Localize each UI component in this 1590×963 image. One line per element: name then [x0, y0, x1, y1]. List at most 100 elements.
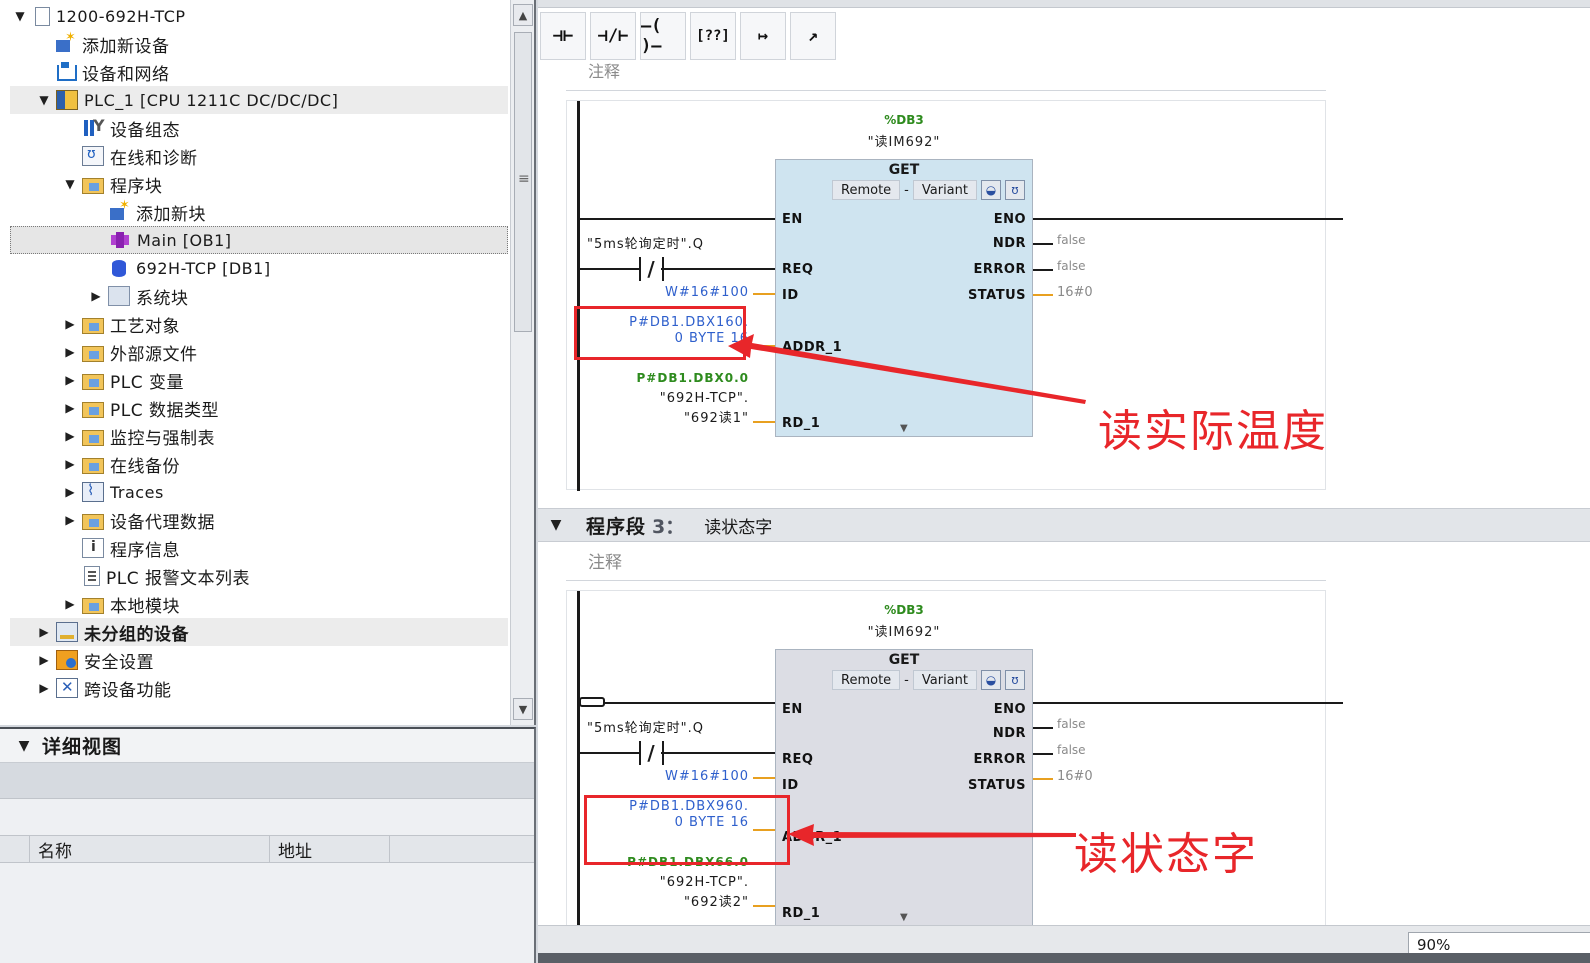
empty-box-button[interactable]: [??] [690, 12, 736, 60]
id-value[interactable]: W#16#100 [627, 769, 749, 784]
tree-item-db1[interactable]: 692H-TCP [DB1] [10, 254, 508, 282]
tree-item-traces[interactable]: ▶ Traces [10, 478, 508, 506]
block-params: Remote - Variant ◒ ʊ [832, 670, 1025, 690]
expand-toggle-icon[interactable]: ▶ [60, 454, 80, 474]
tree-item-plc-tags[interactable]: ▶ PLC 变量 [10, 366, 508, 394]
project-tree-list: ▼ 1200-692H-TCP 添加新设备 设备和网络 ▼ PLC_1 [CPU… [0, 0, 510, 725]
tree-item-main-ob1[interactable]: Main [OB1] [10, 226, 508, 254]
branch-marker-icon[interactable] [579, 697, 605, 707]
rd-tag-line2[interactable]: "692读2" [587, 891, 749, 910]
id-wire [753, 777, 775, 779]
variant-param[interactable]: Variant [912, 670, 977, 690]
nc-contact-button[interactable]: ⊣/⊢ [590, 12, 636, 60]
expand-toggle-icon[interactable]: ▶ [60, 594, 80, 614]
expand-toggle-icon[interactable]: ▶ [34, 678, 54, 698]
scroll-up-icon[interactable]: ▲ [513, 4, 533, 26]
tree-item-add-device[interactable]: 添加新设备 [10, 30, 508, 58]
instance-db-number: %DB3 [884, 113, 924, 127]
rd-tag-line1[interactable]: "692H-TCP". [587, 875, 749, 890]
tree-item-security-settings[interactable]: ▶ 安全设置 [10, 646, 508, 674]
get-function-block[interactable]: GET Remote - Variant ◒ ʊ EN REQ ID ADDR_… [775, 649, 1033, 939]
contact-tag[interactable]: "5ms轮询定时".Q [587, 233, 704, 252]
collapse-toggle-icon[interactable]: ▼ [34, 90, 54, 110]
expand-toggle-icon[interactable]: ▶ [60, 314, 80, 334]
tree-item-local-modules[interactable]: ▶ 本地模块 [10, 590, 508, 618]
block-diagnostics-icon[interactable]: ʊ [1004, 180, 1025, 200]
tree-item-online-backups[interactable]: ▶ 在线备份 [10, 450, 508, 478]
expand-toggle-icon[interactable]: ▶ [60, 510, 80, 530]
network-subtitle[interactable]: 读状态字 [704, 513, 772, 538]
pin-rd1: RD_1 [782, 906, 821, 921]
open-branch-button[interactable]: ↦ [740, 12, 786, 60]
nc-contact-icon[interactable]: / [641, 740, 661, 766]
network-3-header[interactable]: ▼ 程序段 3： 读状态字 [538, 508, 1590, 542]
tree-item-program-blocks[interactable]: ▼ 程序块 [10, 170, 508, 198]
annotation-read-status-word: 读状态字 [1074, 829, 1258, 880]
expand-toggle-icon[interactable]: ▶ [60, 342, 80, 362]
block-diagnostics-icon[interactable]: ʊ [1004, 670, 1025, 690]
rd-tag-line2[interactable]: "692读1" [587, 407, 749, 426]
tree-item-ungrouped-devices[interactable]: ▶ 未分组的设备 [10, 618, 508, 646]
detail-view-band [0, 763, 534, 799]
tree-item-technology-objects[interactable]: ▶ 工艺对象 [10, 310, 508, 338]
contact-tag[interactable]: "5ms轮询定时".Q [587, 717, 704, 736]
add-device-icon [54, 30, 76, 54]
folder-icon [82, 457, 104, 474]
id-value[interactable]: W#16#100 [627, 285, 749, 300]
tree-scrollbar[interactable]: ▲ ▼ [510, 0, 534, 725]
expand-toggle-icon[interactable]: ▶ [34, 650, 54, 670]
expand-toggle-icon[interactable]: ▶ [60, 370, 80, 390]
detail-view-header[interactable]: ▼ 详细视图 [0, 729, 534, 763]
pin-en: EN [782, 702, 803, 717]
cross-device-icon [56, 678, 78, 698]
remote-param[interactable]: Remote [832, 180, 901, 200]
column-header-name[interactable]: 名称 [30, 835, 270, 863]
collapse-toggle-icon[interactable]: ▼ [60, 174, 80, 194]
tree-item-project[interactable]: ▼ 1200-692H-TCP [10, 2, 508, 30]
tree-item-watch-force-tables[interactable]: ▶ 监控与强制表 [10, 422, 508, 450]
network-comment[interactable]: 注释 [588, 58, 620, 82]
expand-toggle-icon[interactable]: ▶ [86, 286, 106, 306]
chevron-down-icon[interactable]: ▼ [546, 515, 566, 535]
expand-toggle-icon[interactable]: ▶ [60, 398, 80, 418]
scroll-down-icon[interactable]: ▼ [513, 698, 533, 720]
nc-contact-icon[interactable]: / [641, 256, 661, 282]
expand-toggle-icon[interactable]: ▶ [34, 622, 54, 642]
tree-item-plc-data-types[interactable]: ▶ PLC 数据类型 [10, 394, 508, 422]
tree-item-add-block[interactable]: 添加新块 [10, 198, 508, 226]
comment-divider [566, 580, 1326, 581]
tree-item-device-config[interactable]: 设备组态 [10, 114, 508, 142]
tree-item-plc-alarm-text-lists[interactable]: PLC 报警文本列表 [10, 562, 508, 590]
status-wire [1033, 294, 1053, 296]
tree-item-program-info[interactable]: 程序信息 [10, 534, 508, 562]
pin-id: ID [782, 288, 799, 303]
tree-item-external-sources[interactable]: ▶ 外部源文件 [10, 338, 508, 366]
block-properties-icon[interactable]: ◒ [980, 670, 1001, 690]
remote-param[interactable]: Remote [832, 670, 901, 690]
tree-item-online-diagnostics[interactable]: 在线和诊断 [10, 142, 508, 170]
coil-button[interactable]: –( )– [640, 12, 686, 60]
tree-item-plc1[interactable]: ▼ PLC_1 [CPU 1211C DC/DC/DC] [10, 86, 508, 114]
tree-item-device-proxy-data[interactable]: ▶ 设备代理数据 [10, 506, 508, 534]
plc-icon [56, 90, 78, 110]
no-contact-button[interactable]: ⊣⊢ [540, 12, 586, 60]
tree-item-label: 在线备份 [110, 456, 180, 477]
block-expand-icon[interactable]: ▼ [900, 912, 908, 923]
close-branch-button[interactable]: ↗ [790, 12, 836, 60]
block-expand-icon[interactable]: ▼ [900, 423, 908, 434]
tree-item-cross-device-functions[interactable]: ▶ 跨设备功能 [10, 674, 508, 702]
column-header-address[interactable]: 地址 [270, 835, 390, 863]
tree-item-system-blocks[interactable]: ▶ 系统块 [10, 282, 508, 310]
tree-item-devices-networks[interactable]: 设备和网络 [10, 58, 508, 86]
block-properties-icon[interactable]: ◒ [980, 180, 1001, 200]
pin-error: ERROR [973, 262, 1026, 277]
chevron-down-icon[interactable]: ▼ [14, 736, 34, 756]
network-comment[interactable]: 注释 [588, 548, 622, 573]
expand-toggle-icon[interactable]: ▼ [10, 6, 30, 26]
rd-tag-line1[interactable]: "692H-TCP". [587, 391, 749, 406]
expand-toggle-icon[interactable]: ▶ [60, 482, 80, 502]
variant-param[interactable]: Variant [912, 180, 977, 200]
expand-toggle-icon[interactable]: ▶ [60, 426, 80, 446]
scrollbar-thumb[interactable] [514, 32, 532, 332]
block-params: Remote - Variant ◒ ʊ [832, 180, 1025, 200]
